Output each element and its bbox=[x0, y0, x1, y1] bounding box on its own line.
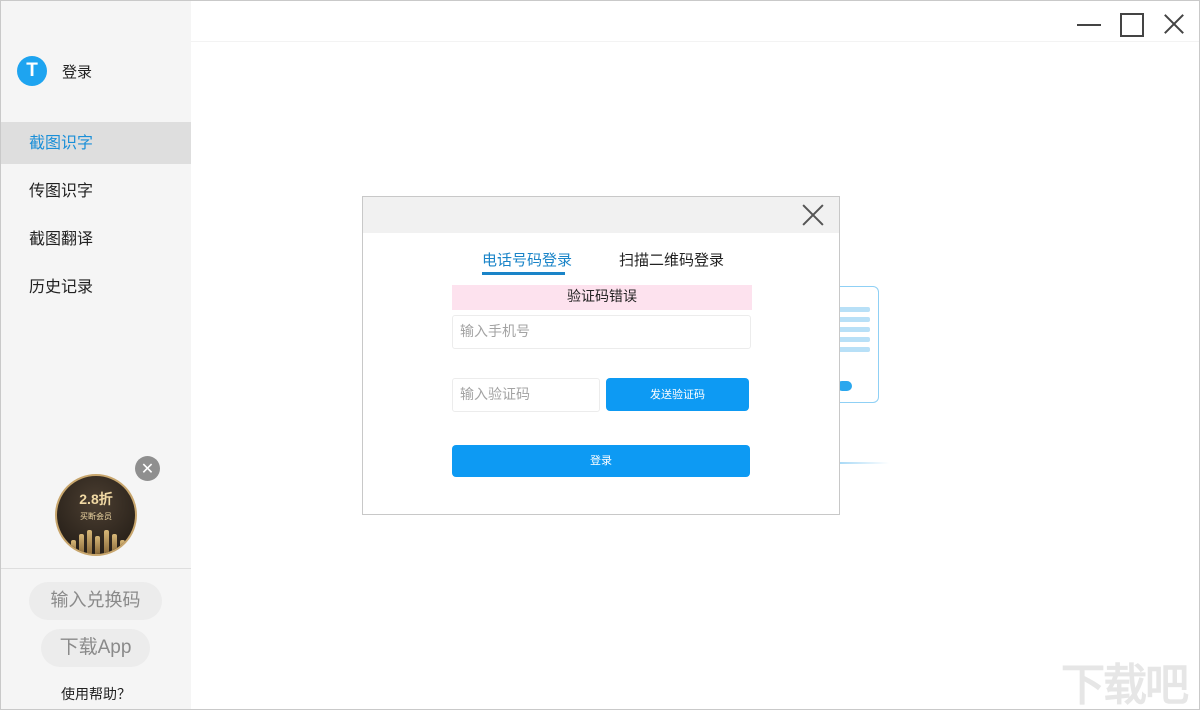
promo-badge[interactable]: 2.8折 买断会员 bbox=[55, 474, 137, 556]
active-tab-indicator bbox=[482, 272, 565, 275]
maximize-icon[interactable] bbox=[1117, 10, 1145, 38]
dialog-header bbox=[363, 197, 839, 233]
sidebar-divider bbox=[1, 568, 191, 569]
help-link[interactable]: 使用帮助？ bbox=[1, 684, 191, 704]
verification-code-input[interactable] bbox=[452, 378, 600, 412]
app-window: T 登录 截图识字 传图识字 截图翻译 历史记录 2.8折 买断会员 ✕ 输入兑… bbox=[0, 0, 1200, 710]
login-label: 登录 bbox=[62, 61, 92, 82]
site-watermark: 下载吧 bbox=[1061, 649, 1187, 710]
login-button[interactable]: 登录 bbox=[452, 445, 750, 477]
close-window-icon[interactable] bbox=[1160, 10, 1188, 38]
download-app-button[interactable]: 下载App bbox=[41, 629, 150, 667]
send-code-button[interactable]: 发送验证码 bbox=[606, 378, 749, 411]
promo-decoration bbox=[71, 528, 125, 554]
sidebar-nav: 截图识字 传图识字 截图翻译 历史记录 bbox=[1, 122, 191, 314]
sidebar-item-history[interactable]: 历史记录 bbox=[1, 266, 191, 308]
avatar: T bbox=[17, 56, 47, 86]
error-message: 验证码错误 bbox=[452, 285, 752, 310]
sidebar-item-upload-ocr[interactable]: 传图识字 bbox=[1, 170, 191, 212]
login-entry[interactable]: T 登录 bbox=[17, 56, 92, 86]
sidebar-item-screenshot-ocr[interactable]: 截图识字 bbox=[1, 122, 191, 164]
minimize-icon[interactable] bbox=[1075, 10, 1103, 38]
sidebar: T 登录 截图识字 传图识字 截图翻译 历史记录 2.8折 买断会员 ✕ 输入兑… bbox=[1, 1, 191, 709]
phone-input[interactable] bbox=[452, 315, 751, 349]
login-dialog: 电话号码登录 扫描二维码登录 验证码错误 发送验证码 登录 bbox=[362, 196, 840, 515]
tab-qr-login[interactable]: 扫描二维码登录 bbox=[619, 249, 724, 270]
title-divider bbox=[191, 41, 1199, 42]
promo-discount: 2.8折 bbox=[57, 489, 135, 509]
promo-close-icon[interactable]: ✕ bbox=[135, 456, 160, 481]
redeem-code-button[interactable]: 输入兑换码 bbox=[29, 582, 162, 620]
sidebar-item-screenshot-translate[interactable]: 截图翻译 bbox=[1, 218, 191, 260]
illustration-baseline bbox=[839, 462, 889, 464]
tab-phone-login[interactable]: 电话号码登录 bbox=[482, 249, 572, 270]
promo-subtitle: 买断会员 bbox=[57, 511, 135, 522]
dialog-close-icon[interactable] bbox=[801, 203, 825, 227]
